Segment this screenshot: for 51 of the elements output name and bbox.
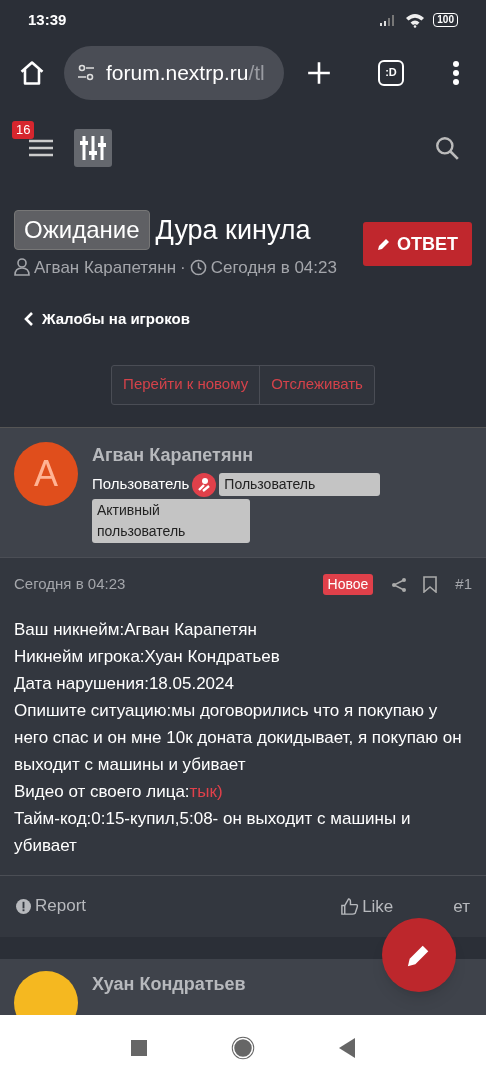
post-text: Дата нарушения:18.05.2024 xyxy=(14,672,235,695)
wifi-icon xyxy=(405,12,426,28)
notification-badge: 16 xyxy=(12,121,35,139)
home-icon[interactable] xyxy=(18,58,46,87)
thread-action-button[interactable]: Отслеживать xyxy=(259,365,374,404)
thread-author[interactable]: Агван Карапетянн xyxy=(34,254,177,280)
new-tab-icon[interactable] xyxy=(306,59,332,86)
sliders-icon[interactable] xyxy=(74,128,112,167)
back-icon[interactable] xyxy=(339,1037,355,1058)
status-time: 13:39 xyxy=(28,9,67,30)
back-chevron-icon[interactable] xyxy=(24,311,34,328)
search-icon[interactable] xyxy=(434,134,460,161)
url-text: forum.nextrp.ru/tl xyxy=(106,59,265,86)
site-settings-icon[interactable] xyxy=(76,62,96,83)
warning-icon xyxy=(16,898,31,914)
reply-link[interactable]: ет xyxy=(453,897,470,915)
thumbs-up-icon[interactable] xyxy=(340,896,360,916)
thread-date[interactable]: Сегодня в 04:23 xyxy=(210,254,337,280)
more-icon[interactable] xyxy=(452,59,460,86)
bookmark-icon[interactable] xyxy=(423,576,438,593)
thread-action-button[interactable]: Перейти к новому xyxy=(112,365,260,404)
post-text: Опишите ситуацию:мы договорились что я покупаю у него спас и он мне 10к доната докидывает, я покупаю он выходит с машины и убивает xyxy=(14,699,463,776)
post-date[interactable]: Сегодня в 04:23 xyxy=(14,573,126,596)
post-text: Никнейм игрока:Хуан Кондратьев xyxy=(14,645,281,668)
separator-dot: · xyxy=(180,256,186,279)
pencil-icon xyxy=(377,237,391,251)
user-title: Пользователь xyxy=(92,474,190,495)
post-number[interactable]: #1 xyxy=(455,573,472,596)
recents-icon[interactable] xyxy=(131,1039,147,1056)
breadcrumb-link[interactable]: Жалобы на игроков xyxy=(42,308,190,331)
tab-switcher-button[interactable]: :D xyxy=(378,59,404,86)
video-link[interactable]: тык) xyxy=(189,781,223,801)
clock-icon xyxy=(189,258,207,276)
user-banner: Активный пользователь xyxy=(92,498,250,543)
user-banner: Пользователь xyxy=(219,473,381,496)
thread-prefix: Ожидание xyxy=(14,210,150,251)
new-badge: Новое xyxy=(322,574,374,595)
battery-indicator: 100 xyxy=(433,13,458,27)
user-icon xyxy=(14,258,30,277)
thread-title: Дура кинула xyxy=(155,214,311,247)
report-link[interactable]: Report xyxy=(35,893,87,919)
post-text: Ваш никнейм:Агван Карапетян xyxy=(14,618,258,641)
like-link[interactable]: Like xyxy=(362,897,394,915)
share-icon[interactable] xyxy=(391,576,408,593)
post-text: Видео от своего лица:тык) xyxy=(14,780,224,803)
post-text: Тайм-код:0:15-купил,5:08- он выходит с машины и убивает xyxy=(14,807,412,857)
user-badge-icon xyxy=(192,472,217,497)
reply-button[interactable]: ОТВЕТ xyxy=(363,222,472,266)
post-author[interactable]: Агван Карапетянн xyxy=(92,441,472,469)
address-bar[interactable]: forum.nextrp.ru/tl xyxy=(64,45,284,100)
home-button-icon[interactable] xyxy=(231,1035,255,1060)
